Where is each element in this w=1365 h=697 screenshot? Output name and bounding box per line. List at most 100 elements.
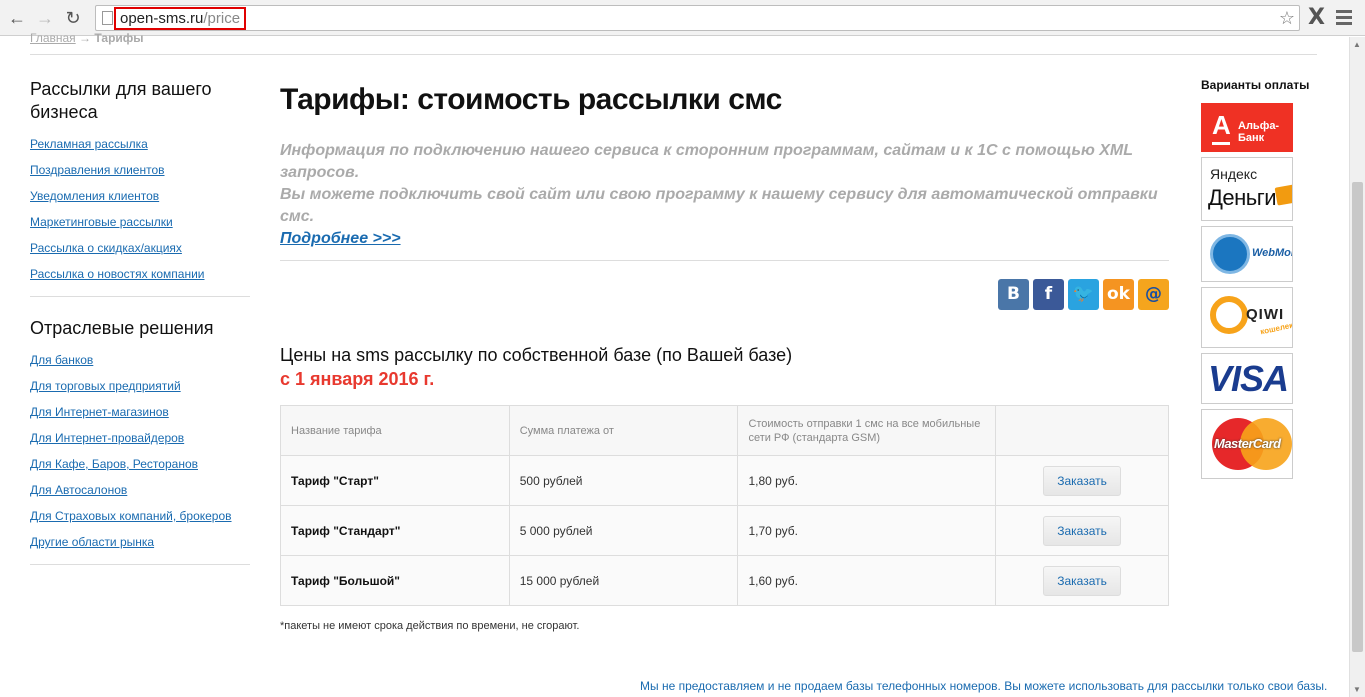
scroll-down-icon[interactable]: ▼: [1353, 685, 1361, 694]
breadcrumb-separator: →: [79, 31, 92, 45]
sidebar-item[interactable]: Рассылка о новостях компании: [30, 267, 205, 281]
table-header-row: Название тарифа Сумма платежа от Стоимос…: [280, 405, 1169, 456]
footer-note[interactable]: Мы не предоставляем и не продаем базы те…: [640, 679, 1327, 693]
webmoney-logo[interactable]: WebMoney: [1201, 226, 1293, 282]
url-text[interactable]: open-sms.ru/price: [114, 7, 247, 30]
qiwi-label: QIWI: [1246, 306, 1285, 323]
odnoklassniki-icon[interactable]: ok: [1103, 279, 1134, 310]
tariff-name: Тариф "Стандарт": [280, 505, 510, 556]
tariff-name: Тариф "Старт": [280, 455, 510, 506]
vk-icon[interactable]: B: [998, 279, 1029, 310]
alfa-bank-label: Альфа-Банк: [1238, 120, 1280, 144]
twitter-icon[interactable]: 🐦: [1068, 279, 1099, 310]
sidebar-section-title-business: Рассылки для вашего бизнеса: [30, 79, 212, 122]
mastercard-logo[interactable]: MasterCard: [1201, 409, 1293, 479]
order-button[interactable]: Заказать: [1043, 515, 1122, 546]
sidebar-item[interactable]: Поздравления клиентов: [30, 163, 165, 177]
reload-icon[interactable]: ↻: [62, 7, 84, 29]
yandex-label: Яндекс: [1210, 166, 1258, 182]
alfa-bank-letter: А: [1212, 110, 1231, 145]
breadcrumb-current: Тарифы: [94, 31, 144, 45]
browser-toolbar: ← → ↻ open-sms.ru/price ☆ X: [0, 0, 1365, 36]
page-title: Тарифы: стоимость рассылки смс: [280, 83, 782, 116]
sidebar-list-industry: Для банков Для торговых предприятий Для …: [30, 352, 250, 560]
page-icon: [102, 11, 113, 25]
sidebar: Рассылки для вашего бизнеса Рекламная ра…: [30, 78, 250, 585]
table-header: Название тарифа: [280, 405, 510, 456]
sidebar-item[interactable]: Рассылка о скидках/акциях: [30, 241, 182, 255]
social-share: Bf 🐦 ok @: [280, 279, 1169, 313]
sidebar-item[interactable]: Маркетинговые рассылки: [30, 215, 173, 229]
visa-label: VISA: [1208, 358, 1289, 399]
tariff-action-cell: Заказать: [995, 505, 1169, 556]
info-line: Вы можете подключить свой сайт или свою …: [280, 186, 1158, 225]
table-row: Тариф "Старт" 500 рублей 1,80 руб. Заказ…: [280, 455, 1169, 506]
integration-info: Информация по подключению нашего сервиса…: [280, 140, 1169, 250]
sidebar-section-title-industry: Отраслевые решения: [30, 318, 214, 338]
breadcrumb-home[interactable]: Главная: [30, 31, 76, 45]
sidebar-item[interactable]: Для торговых предприятий: [30, 379, 181, 393]
table-header: [995, 405, 1169, 456]
url-host: open-sms.ru: [120, 10, 204, 27]
breadcrumb: Главная → Тарифы: [30, 31, 144, 45]
mastercard-label: MasterCard: [1214, 436, 1281, 451]
more-link[interactable]: Подробнее >>>: [280, 230, 401, 247]
sidebar-item[interactable]: Для Интернет-провайдеров: [30, 431, 184, 445]
sidebar-item[interactable]: Для Страховых компаний, брокеров: [30, 509, 232, 523]
top-divider: [30, 54, 1317, 55]
tariffs-table: Название тарифа Сумма платежа от Стоимос…: [280, 405, 1169, 606]
payment-options: Варианты оплаты А Альфа-Банк Яндекс День…: [1201, 78, 1321, 484]
sidebar-item[interactable]: Уведомления клиентов: [30, 189, 159, 203]
tariff-price: 1,60 руб.: [737, 555, 997, 606]
scrollbar[interactable]: ▲ ▼: [1349, 37, 1365, 697]
main-divider: [280, 260, 1169, 261]
table-header: Стоимость отправки 1 смс на все мобильны…: [737, 405, 997, 456]
sidebar-item[interactable]: Для Кафе, Баров, Ресторанов: [30, 457, 198, 471]
main-content: Тарифы: стоимость рассылки смс Информаци…: [280, 80, 1169, 632]
sidebar-item[interactable]: Для Интернет-магазинов: [30, 405, 169, 419]
facebook-icon[interactable]: f: [1033, 279, 1064, 310]
table-note: *пакеты не имеют срока действия по време…: [280, 620, 580, 632]
scroll-up-icon[interactable]: ▲: [1353, 40, 1361, 49]
tariff-amount: 5 000 рублей: [508, 505, 739, 556]
mailru-icon[interactable]: @: [1138, 279, 1169, 310]
prices-subtitle: Цены на sms рассылку по собственной базе…: [280, 345, 793, 365]
qiwi-circle-icon: [1210, 296, 1248, 334]
menu-icon[interactable]: [1336, 10, 1352, 28]
tariff-action-cell: Заказать: [995, 455, 1169, 506]
tariff-price: 1,80 руб.: [737, 455, 997, 506]
prices-date: с 1 января 2016 г.: [280, 369, 435, 389]
wallet-icon: [1274, 184, 1292, 206]
visa-logo[interactable]: VISA: [1201, 353, 1293, 404]
alfa-bank-logo[interactable]: А Альфа-Банк: [1201, 103, 1293, 152]
sidebar-item[interactable]: Рекламная рассылка: [30, 137, 148, 151]
tariff-amount: 15 000 рублей: [508, 555, 739, 606]
scroll-thumb[interactable]: [1352, 182, 1363, 652]
back-icon[interactable]: ←: [6, 7, 28, 29]
sidebar-list-business: Рекламная рассылка Поздравления клиентов…: [30, 136, 250, 292]
sidebar-divider: [30, 296, 250, 297]
forward-icon[interactable]: →: [34, 7, 56, 29]
tariff-name: Тариф "Большой": [280, 555, 510, 606]
order-button[interactable]: Заказать: [1043, 465, 1122, 496]
webmoney-label: WebMoney: [1252, 247, 1292, 259]
table-header: Сумма платежа от: [508, 405, 739, 456]
qiwi-logo[interactable]: QIWI кошелек: [1201, 287, 1293, 348]
address-bar[interactable]: open-sms.ru/price ☆: [95, 5, 1300, 31]
info-line: Информация по подключению нашего сервиса…: [280, 142, 1133, 181]
webmoney-globe-icon: [1210, 234, 1250, 274]
order-button[interactable]: Заказать: [1043, 565, 1122, 596]
sidebar-item[interactable]: Для Автосалонов: [30, 483, 127, 497]
money-label: Деньги: [1208, 185, 1277, 210]
table-row: Тариф "Стандарт" 5 000 рублей 1,70 руб. …: [280, 505, 1169, 556]
tariff-amount: 500 рублей: [508, 455, 739, 506]
tariff-action-cell: Заказать: [995, 555, 1169, 606]
sidebar-divider: [30, 564, 250, 565]
sidebar-item[interactable]: Для банков: [30, 353, 93, 367]
sidebar-item[interactable]: Другие области рынка: [30, 535, 154, 549]
payment-title: Варианты оплаты: [1201, 78, 1310, 92]
table-row: Тариф "Большой" 15 000 рублей 1,60 руб. …: [280, 555, 1169, 606]
bookmark-star-icon[interactable]: ☆: [1279, 7, 1295, 29]
extension-x-icon[interactable]: X: [1308, 5, 1325, 31]
yandex-money-logo[interactable]: Яндекс Деньги: [1201, 157, 1293, 221]
